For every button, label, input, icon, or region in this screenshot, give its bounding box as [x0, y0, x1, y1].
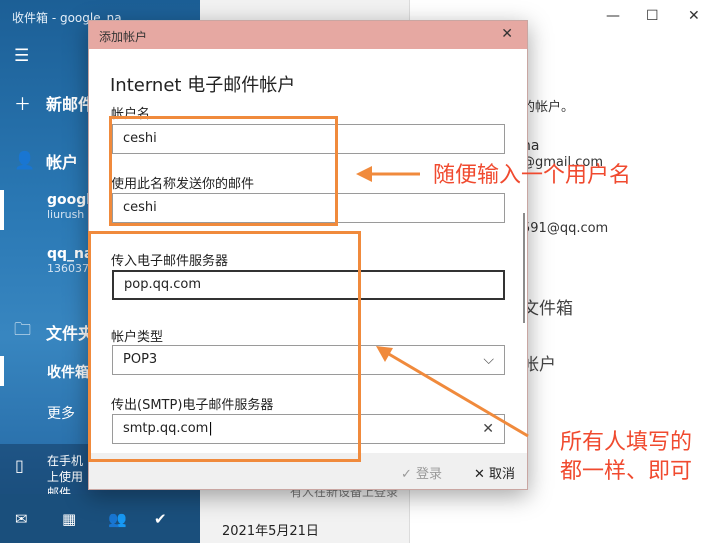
close-window-icon[interactable]: ✕	[688, 8, 700, 24]
todo-icon[interactable]: ✔	[154, 510, 167, 528]
pane-text: 的帐户。	[522, 100, 575, 115]
maximize-icon[interactable]: ☐	[646, 8, 659, 24]
annotation-box-username	[109, 116, 338, 226]
folders-header[interactable]: 🗀 文件夹	[14, 317, 94, 346]
plus-icon: ＋	[14, 95, 31, 115]
chevron-down-icon: ⌵	[483, 352, 494, 368]
accounts-label: 帐户	[46, 153, 79, 172]
dialog-scrollbar[interactable]	[523, 213, 525, 323]
login-label: 登录	[416, 467, 443, 482]
annotation-note-servers-2: 都一样、即可	[560, 459, 693, 484]
folders-label: 文件夹	[46, 323, 95, 343]
hamburger-menu-icon[interactable]: ☰	[14, 46, 29, 66]
new-mail-button[interactable]: ＋ 新邮件	[14, 90, 95, 116]
mail-icon[interactable]: ✉	[15, 510, 28, 528]
folder-icon: 🗀	[14, 320, 31, 340]
minimize-icon[interactable]: —	[606, 8, 620, 24]
annotation-note-username: 随便输入一个用户名	[433, 163, 632, 188]
person-icon: 👤	[14, 151, 36, 171]
folder-item-more[interactable]: 更多	[47, 403, 75, 423]
close-icon[interactable]: ✕	[501, 26, 513, 42]
calendar-icon[interactable]: ▦	[62, 510, 76, 528]
cancel-button[interactable]: ✕ 取消	[474, 463, 515, 482]
dialog-title: 添加帐户	[99, 30, 148, 44]
clear-icon[interactable]: ✕	[482, 415, 494, 443]
pane-account-email-2[interactable]: 591@qq.com	[522, 221, 608, 236]
phone-icon: ▯	[15, 456, 24, 475]
account-item-qq[interactable]: qq_na 136037	[47, 246, 93, 275]
dialog-heading: Internet 电子邮件帐户	[110, 75, 296, 96]
accounts-header[interactable]: 👤 帐户	[14, 149, 78, 173]
account-email: 136037	[47, 262, 89, 275]
dialog-titlebar: 添加帐户 ✕	[89, 21, 527, 49]
active-folder-indicator	[0, 356, 4, 386]
active-account-indicator	[0, 190, 4, 230]
bottom-nav: ✉ ▦ 👥 ✔	[0, 494, 200, 543]
annotation-note-servers-1: 所有人填写的	[560, 430, 693, 455]
date-group-header: 2021年5月21日	[222, 524, 319, 539]
people-icon[interactable]: 👥	[108, 510, 127, 528]
annotation-box-servers	[88, 231, 361, 462]
login-button[interactable]: ✓ 登录	[401, 463, 442, 482]
folder-item-inbox[interactable]: 收件箱	[47, 362, 89, 382]
pane-link-folder[interactable]: 文件箱	[522, 294, 573, 319]
new-mail-label: 新邮件	[46, 94, 95, 114]
cancel-label: 取消	[489, 467, 516, 482]
account-name: qq_na	[47, 246, 94, 262]
